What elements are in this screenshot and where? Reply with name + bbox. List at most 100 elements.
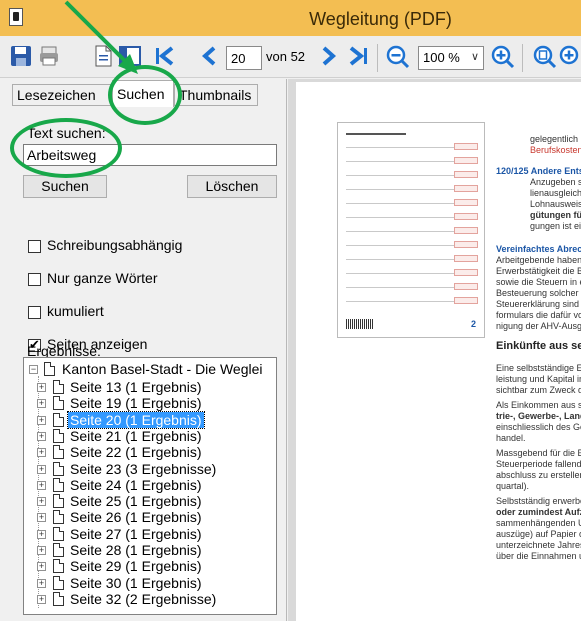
tab-thumbnails[interactable]: Thumbnails (174, 84, 258, 106)
previous-page-icon[interactable] (199, 44, 221, 70)
document-text-line: gungen ist ei (530, 221, 581, 231)
page-icon (53, 380, 64, 394)
page-icon (53, 494, 64, 509)
document-text-line: nigung der AHV-Ausglei (496, 321, 581, 331)
expand-icon[interactable]: + (37, 383, 46, 392)
expand-icon[interactable]: + (37, 578, 46, 588)
collapse-icon[interactable]: − (29, 365, 38, 374)
document-text-line: Vereinfachtes Abrechn (496, 244, 581, 254)
document-text-line: Lohnausweis (530, 199, 581, 209)
result-item-label[interactable]: Seite 24 (1 Ergebnis) (68, 477, 204, 493)
document-text-line: sowie die Steuern in ein (496, 277, 581, 287)
document-text-line: Selbstständig erwerben (496, 496, 581, 506)
result-item-label[interactable]: Seite 25 (1 Ergebnis) (68, 493, 204, 509)
result-item-label[interactable]: Seite 32 (2 Ergebnisse) (68, 591, 218, 607)
result-item-label[interactable]: Seite 19 (1 Ergebnis) (68, 395, 204, 411)
document-text-line: 120/125 Andere Entsc (496, 166, 581, 176)
result-item-label[interactable]: Seite 13 (1 Ergebnis) (68, 379, 204, 395)
tab-lesezeichen[interactable]: Lesezeichen (12, 84, 112, 106)
expand-icon[interactable]: + (37, 431, 46, 441)
page-icon (53, 510, 64, 525)
whole-words-label: Nur ganze Wörter (47, 270, 158, 286)
expand-icon[interactable]: + (37, 497, 46, 507)
result-item-label[interactable]: Seite 20 (1 Ergebnis) (67, 410, 205, 429)
document-text-line: Massgebend für die Erm (496, 448, 581, 458)
document-text-line: abschluss zu erstellen (a (496, 470, 581, 480)
document-text-line: Arbeitgebende haben s (496, 255, 581, 265)
cumulative-label: kumuliert (47, 303, 104, 319)
zoom-value: 100 % (423, 50, 460, 65)
document-text-line: Erwerbstätigkeit die Beh (496, 266, 581, 276)
page-icon (53, 428, 64, 443)
document-text-line: Steuererklärung sind die (496, 299, 581, 309)
page-icon (53, 412, 64, 427)
expand-icon[interactable]: + (37, 464, 46, 474)
document-text-line: einschliesslich des Gewi (496, 422, 581, 432)
document-text-line: leistung und Kapital in (496, 374, 581, 384)
expand-icon[interactable]: + (37, 594, 46, 604)
document-text-line: gelegentlich (530, 134, 579, 144)
zoom-page-icon[interactable] (532, 44, 558, 70)
page-number-input[interactable] (226, 46, 262, 70)
clear-button[interactable]: Löschen (187, 175, 277, 198)
next-page-icon[interactable] (317, 44, 339, 70)
document-text-line: trie-, Gewerbe-, Land (496, 411, 581, 421)
zoom-out-icon[interactable] (385, 44, 411, 70)
result-item-label[interactable]: Seite 29 (1 Ergebnis) (68, 558, 204, 574)
cumulative-checkbox[interactable] (28, 306, 41, 319)
toolbar-separator (522, 44, 523, 72)
document-icon[interactable] (92, 44, 114, 70)
expand-icon[interactable]: + (37, 529, 46, 539)
search-button[interactable]: Suchen (23, 175, 107, 198)
result-item-label[interactable]: Seite 26 (1 Ergebnis) (68, 509, 204, 525)
document-text-line: sammenhängenden Urk (496, 518, 581, 528)
expand-icon[interactable]: + (37, 562, 46, 572)
page-icon (53, 396, 64, 411)
result-item-label[interactable]: Seite 28 (1 Ergebnis) (68, 542, 204, 558)
expand-icon[interactable]: + (37, 399, 46, 409)
zoom-width-icon[interactable] (558, 44, 581, 70)
annotation-ellipse-tab (108, 65, 182, 125)
expand-icon[interactable]: + (37, 480, 46, 490)
result-item-label[interactable]: Seite 22 (1 Ergebnis) (68, 444, 204, 460)
annotation-ellipse-search (10, 118, 122, 178)
document-text-line: Steuerperiode fallenden (496, 459, 581, 469)
whole-words-checkbox[interactable] (28, 273, 41, 286)
document-text-line: gütungen für (530, 210, 581, 220)
result-item-label[interactable]: Seite 30 (1 Ergebnis) (68, 575, 204, 591)
save-icon[interactable] (10, 44, 32, 70)
tree-root-label[interactable]: Kanton Basel-Stadt - Die Weglei (60, 361, 265, 377)
page-icon (53, 477, 64, 492)
print-icon[interactable] (38, 44, 60, 70)
page-icon (53, 543, 64, 557)
document-text-line: Eine selbstständige Erw (496, 363, 581, 373)
expand-icon[interactable]: + (37, 513, 46, 523)
result-item-label[interactable]: Seite 23 (3 Ergebnisse) (68, 461, 218, 477)
zoom-select[interactable]: 100 % ∨ (418, 46, 484, 70)
expand-icon[interactable]: + (37, 546, 46, 555)
document-icon (44, 362, 55, 376)
expand-icon[interactable]: + (37, 415, 46, 425)
page-total-label: von 52 (266, 49, 306, 64)
page-icon (53, 526, 64, 541)
document-text-line: sichtbar zum Zweck der (496, 385, 581, 395)
document-text-line: oder zumindest Aufzeic (496, 507, 581, 517)
expand-icon[interactable]: + (37, 448, 46, 458)
case-sensitive-checkbox[interactable] (28, 240, 41, 253)
zoom-in-icon[interactable] (490, 44, 516, 70)
result-item-label[interactable]: Seite 21 (1 Ergebnis) (68, 428, 204, 444)
chevron-down-icon: ∨ (470, 51, 479, 63)
result-item-label[interactable]: Seite 27 (1 Ergebnis) (68, 526, 204, 542)
title-bar: Wegleitung (PDF) (0, 0, 581, 36)
page-icon (53, 445, 64, 460)
last-page-icon[interactable] (346, 44, 370, 70)
tree-lines (38, 376, 39, 608)
case-sensitive-label: Schreibungsabhängig (47, 237, 183, 253)
page-icon (53, 461, 64, 476)
document-text-line: auszüge) auf Papier ode (496, 529, 581, 539)
barcode (346, 319, 374, 329)
results-tree[interactable]: − Kanton Basel-Stadt - Die Weglei + Seite… (23, 357, 277, 615)
form-thumbnail: 2 (337, 122, 485, 338)
document-text-line: lienausgleichs (530, 188, 581, 198)
document-text-line: unterzeichnete Jahrese (496, 540, 581, 550)
